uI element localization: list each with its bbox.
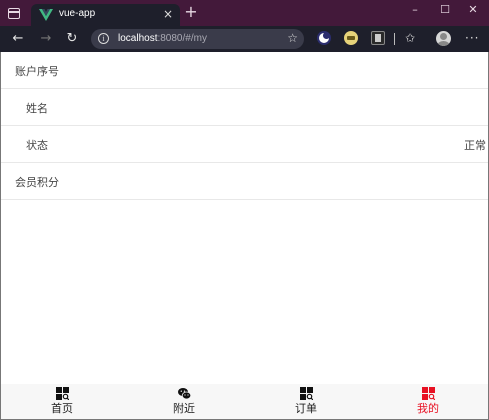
page-content: 账户序号 姓名 状态 正常 会员积分 [0, 52, 489, 384]
nav-label: 附近 [173, 402, 195, 415]
qr-grid-icon [55, 387, 69, 400]
nav-label: 订单 [295, 402, 317, 415]
maximize-button[interactable]: ☐ [438, 3, 452, 17]
row-label: 账户序号 [15, 65, 59, 78]
nav-label: 我的 [417, 402, 439, 415]
status-row: 状态 正常 [1, 126, 488, 163]
name-row: 姓名 [1, 89, 488, 126]
reload-button[interactable]: ↻ [64, 30, 80, 48]
browser-tab-bar: vue-app × + – ☐ ✕ [0, 0, 489, 26]
status-value: 正常 [464, 139, 486, 152]
tab-title: vue-app [59, 8, 96, 19]
qr-grid-icon [421, 387, 435, 400]
nav-home[interactable]: 首页 [37, 387, 87, 419]
nav-nearby[interactable]: 附近 [159, 387, 209, 419]
account-row: 账户序号 [1, 52, 488, 89]
points-row: 会员积分 [1, 163, 488, 200]
url-path: :8080/#/my [157, 33, 207, 44]
row-label: 状态 [26, 139, 48, 152]
nav-label: 首页 [51, 402, 73, 415]
tab-close-icon[interactable]: × [163, 7, 173, 21]
url-text[interactable]: localhost:8080/#/my [118, 33, 207, 44]
bottom-nav: 首页 附近 订单 我的 [0, 384, 489, 420]
new-tab-button[interactable]: + [183, 3, 199, 21]
forward-button[interactable]: → [38, 30, 54, 48]
minimize-button[interactable]: – [408, 3, 422, 17]
url-host: localhost [118, 33, 158, 44]
qr-grid-icon [299, 387, 313, 400]
toolbar-divider [394, 33, 395, 45]
address-bar[interactable]: i localhost:8080/#/my ☆ [91, 29, 304, 49]
tab-actions-icon[interactable] [8, 8, 20, 19]
close-window-button[interactable]: ✕ [466, 3, 480, 17]
row-label: 姓名 [26, 102, 48, 115]
row-label: 会员积分 [15, 176, 59, 189]
nav-mine[interactable]: 我的 [403, 387, 453, 419]
wechat-icon [177, 388, 191, 400]
favorites-icon[interactable]: ✩ [405, 30, 415, 46]
back-button[interactable]: ← [10, 30, 26, 48]
browser-tab[interactable]: vue-app × [31, 4, 180, 26]
extension-icon[interactable] [371, 31, 385, 45]
browser-toolbar: ← → ↻ i localhost:8080/#/my ☆ ✩ ··· [0, 26, 489, 52]
extension-icon[interactable] [344, 31, 358, 45]
nav-orders[interactable]: 订单 [281, 387, 331, 419]
more-menu-icon[interactable]: ··· [465, 30, 479, 46]
site-info-icon[interactable]: i [98, 33, 109, 44]
profile-avatar-icon[interactable] [436, 31, 451, 46]
add-favorite-icon[interactable]: ☆ [287, 31, 298, 46]
extension-icon[interactable] [317, 31, 331, 45]
vue-logo-icon [39, 9, 53, 21]
